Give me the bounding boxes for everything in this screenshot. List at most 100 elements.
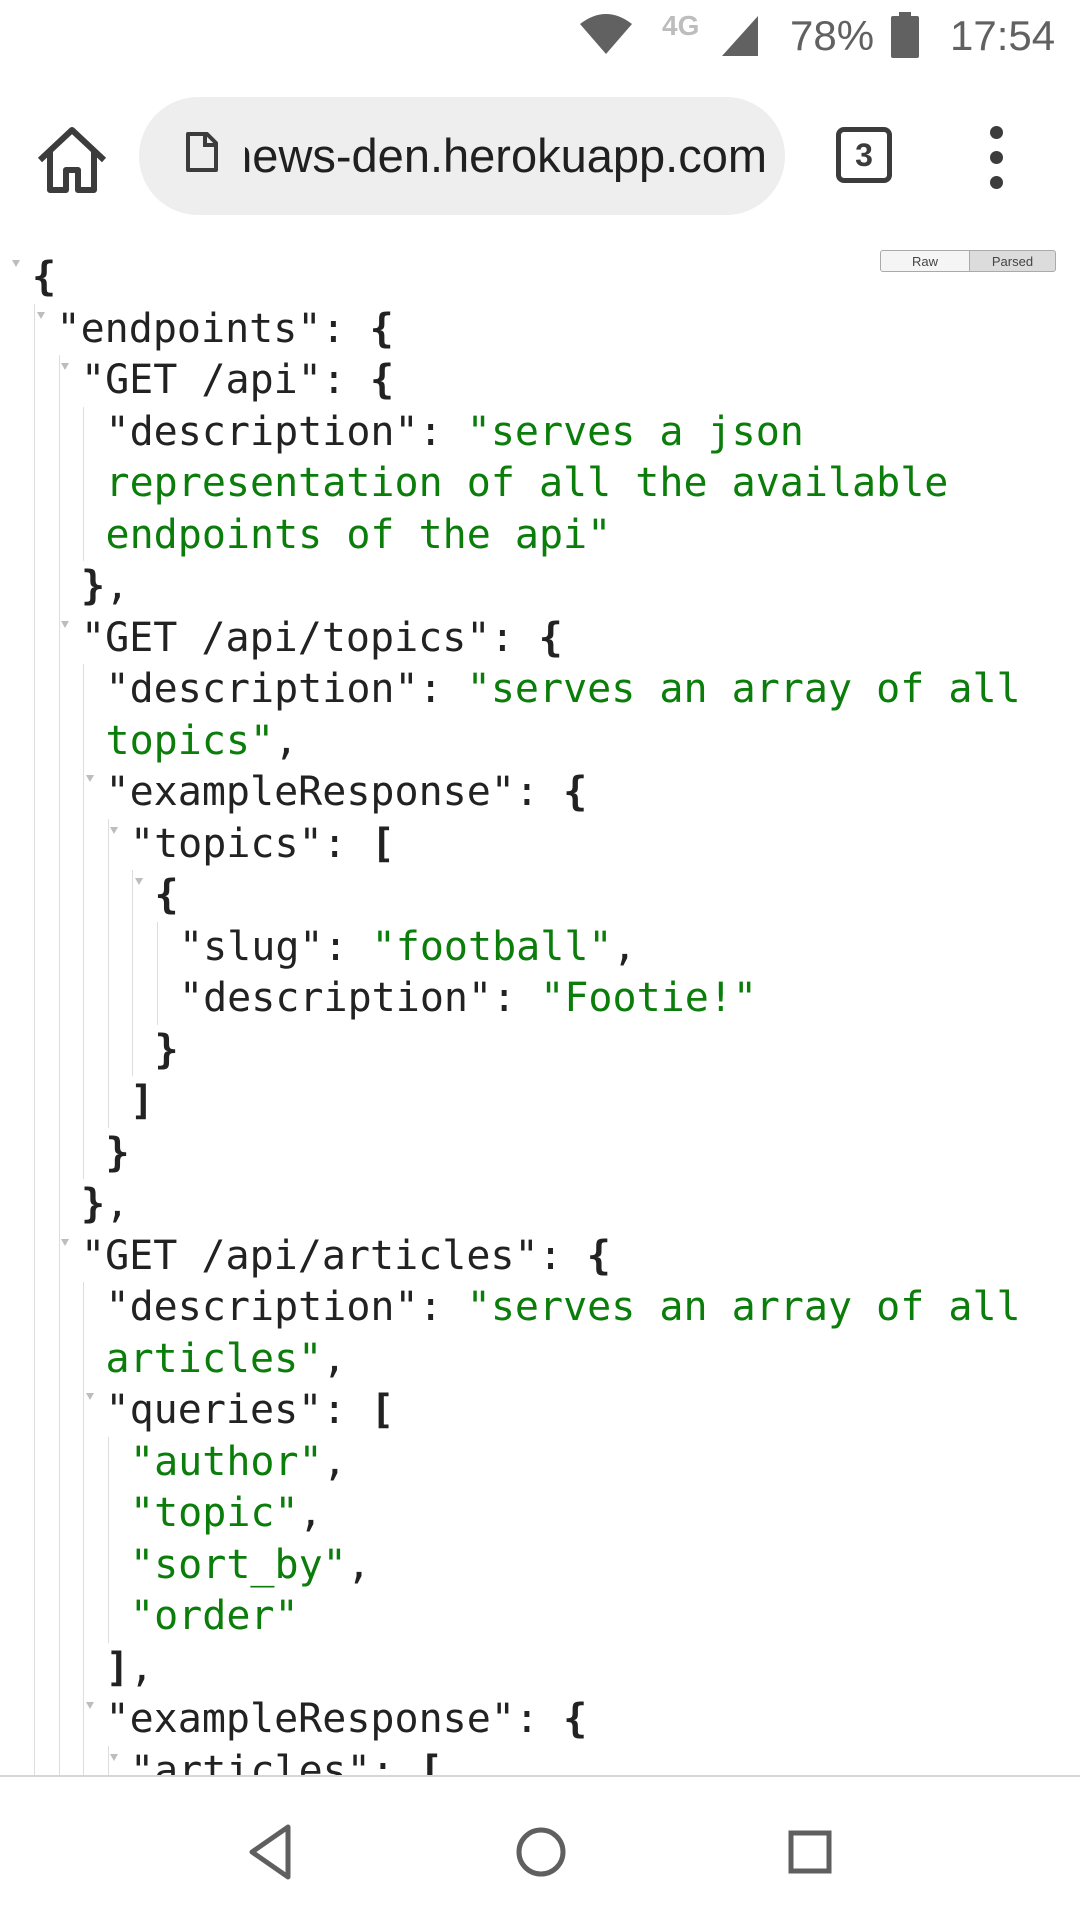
json-key: , [274, 717, 299, 764]
json-line: topics", [106, 716, 299, 766]
json-key: "articles": [130, 1747, 419, 1776]
recents-icon[interactable] [775, 1817, 845, 1887]
json-line: "description": "serves an array of all [106, 1282, 1021, 1332]
json-bracket: { [32, 254, 57, 300]
json-bracket: [ [370, 820, 395, 867]
json-bracket: ] [130, 1078, 155, 1124]
json-key: , [346, 1541, 371, 1588]
json-key: , [322, 1335, 347, 1382]
json-line: "order" [130, 1591, 299, 1641]
json-bracket: } [105, 1129, 130, 1176]
json-line: "author", [130, 1437, 347, 1487]
json-line: } [106, 1128, 130, 1178]
json-string: "Footie!" [540, 975, 757, 1021]
indent-guide [58, 355, 60, 1775]
json-key: "slug": [179, 923, 372, 970]
collapse-toggle-icon[interactable] [61, 620, 69, 628]
json-bracket: } [81, 1181, 106, 1227]
json-bracket: } [154, 1026, 179, 1073]
json-key: "exampleResponse": [105, 769, 564, 815]
json-key: "description": [105, 408, 467, 455]
wifi-icon [580, 14, 632, 54]
json-bracket: { [154, 872, 179, 918]
json-string: "serves an array of all [466, 666, 1021, 712]
json-string: "serves a json [466, 408, 804, 455]
json-key: "description": [179, 975, 541, 1021]
json-string: "serves an array of all [466, 1284, 1021, 1330]
json-line: "GET /api/topics": { [81, 613, 563, 663]
json-key: "GET /api/topics": [81, 614, 539, 661]
json-string: "author" [130, 1438, 323, 1485]
indent-guide [107, 818, 109, 1128]
json-line: ] [130, 1076, 154, 1126]
json-key: "description": [105, 1284, 467, 1330]
json-key: "GET /api": [81, 357, 370, 403]
json-line: "endpoints": { [57, 304, 394, 354]
indent-guide [83, 664, 84, 1179]
url-text: news-den.herokuapp.com [245, 129, 767, 182]
json-viewer: {"endpoints": {"GET /api": {"description… [0, 240, 1080, 1775]
more-vert-icon[interactable] [976, 126, 1016, 190]
system-nav-bar [0, 1775, 1080, 1922]
collapse-toggle-icon[interactable] [85, 775, 94, 782]
json-line: }, [81, 561, 129, 611]
clock: 17:54 [950, 12, 1056, 59]
json-string: "topic" [130, 1490, 299, 1536]
json-bracket: { [369, 305, 394, 352]
json-line: articles", [106, 1334, 347, 1384]
address-bar[interactable]: news-den.herokuapp.com [139, 97, 785, 215]
json-line: { [155, 870, 179, 920]
tab-switcher-button[interactable]: 3 [836, 127, 892, 183]
collapse-toggle-icon[interactable] [12, 260, 20, 267]
cell-signal-icon [722, 16, 758, 56]
json-key: "exampleResponse": [105, 1696, 564, 1742]
collapse-toggle-icon[interactable] [85, 1702, 94, 1709]
indent-guide [83, 406, 84, 561]
page-icon [186, 132, 218, 172]
indent-guide [107, 1436, 109, 1643]
json-key: , [298, 1490, 323, 1536]
json-bracket: { [369, 357, 395, 403]
collapse-toggle-icon[interactable] [61, 363, 69, 370]
json-string: representation of all the available [105, 460, 949, 506]
home-icon[interactable] [30, 118, 114, 202]
collapse-toggle-icon[interactable] [36, 311, 45, 319]
json-key: "GET /api/articles": [81, 1232, 587, 1279]
json-line: ], [106, 1643, 154, 1693]
status-bar: 4G 78% 17:54 [0, 0, 1080, 78]
collapse-toggle-icon[interactable] [61, 1238, 69, 1246]
json-bracket: { [563, 769, 588, 815]
browser-toolbar: news-den.herokuapp.com 3 [0, 78, 1080, 238]
json-line: "queries": [ [106, 1385, 395, 1435]
collapse-toggle-icon[interactable] [134, 878, 143, 885]
json-key: , [105, 563, 130, 609]
indent-guide [34, 303, 35, 1775]
indent-guide [156, 921, 158, 1025]
json-line: "exampleResponse": { [106, 1694, 588, 1744]
back-icon[interactable] [238, 1817, 308, 1887]
collapse-toggle-icon[interactable] [110, 826, 118, 834]
json-string: "sort_by" [130, 1541, 347, 1588]
json-line: "articles": [ [130, 1746, 443, 1776]
json-line: { [32, 252, 56, 302]
json-line: "sort_by", [130, 1540, 371, 1590]
indent-guide [83, 1282, 84, 1775]
json-line: "GET /api": { [81, 355, 394, 405]
json-key: , [322, 1438, 347, 1485]
json-bracket: } [81, 563, 106, 609]
collapse-toggle-icon[interactable] [85, 1393, 94, 1400]
home-circle-icon[interactable] [506, 1817, 576, 1887]
json-line: "topics": [ [130, 819, 395, 869]
json-line: "description": "Footie!" [179, 973, 757, 1023]
json-string: articles" [105, 1335, 323, 1382]
json-line: "topic", [130, 1488, 323, 1538]
json-key: , [129, 1644, 154, 1691]
json-string: topics" [105, 717, 275, 764]
json-line: }, [81, 1179, 129, 1229]
collapse-toggle-icon[interactable] [110, 1753, 118, 1761]
json-key: "queries": [105, 1387, 371, 1433]
json-line: "slug": "football", [179, 922, 637, 972]
json-string: "order" [130, 1593, 299, 1639]
json-key: , [105, 1181, 130, 1227]
json-bracket: [ [370, 1387, 395, 1433]
